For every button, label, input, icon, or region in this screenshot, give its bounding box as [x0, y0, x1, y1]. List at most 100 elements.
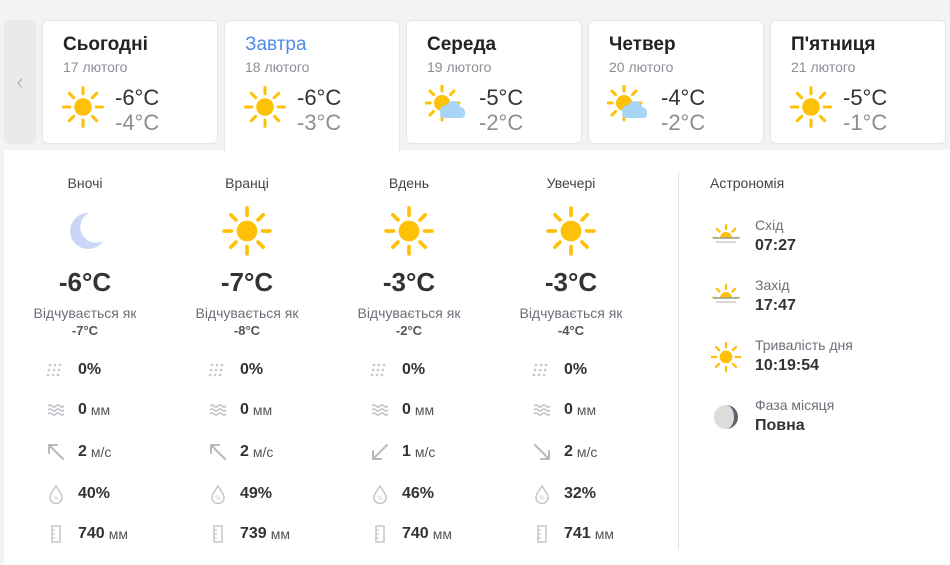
- day-length-item: Тривалість дня 10:19:54: [710, 337, 930, 377]
- period-temp: -6°C: [58, 267, 112, 297]
- day-temp-max: -6°C: [115, 85, 160, 110]
- astronomy-title: Астрономія: [710, 175, 785, 191]
- day-tab-wednesday[interactable]: Середа 19 лютого -5°C -2°C: [406, 20, 582, 144]
- period-temp: -7°C: [220, 267, 274, 297]
- day-temp-min: -2°C: [661, 110, 706, 135]
- pressure-value: 739: [240, 525, 267, 542]
- wind-unit: м/с: [576, 444, 598, 460]
- day-date: 21 лютого: [791, 59, 856, 75]
- sun-cloud-icon: [425, 85, 465, 122]
- day-temp-min: -4°C: [115, 110, 160, 135]
- day-name: П'ятниця: [791, 34, 876, 55]
- precip-amount-value: 0: [402, 401, 411, 418]
- panel-divider: [678, 172, 679, 550]
- precip-amount-stat: 0 мм: [370, 400, 490, 420]
- period-temp: -3°C: [382, 267, 436, 297]
- feels-like-value: -2°C: [395, 323, 423, 338]
- day-temp-max: -5°C: [479, 85, 524, 110]
- precip-amount-stat: 0 мм: [208, 400, 328, 420]
- day-temp-max: -5°C: [843, 85, 888, 110]
- period-title: Увечері: [546, 175, 596, 191]
- pressure-unit: мм: [108, 526, 128, 542]
- period-temp: -3°C: [544, 267, 598, 297]
- humidity-stat: % 40%: [46, 484, 166, 504]
- wind-stat: 2 м/с: [532, 442, 652, 462]
- day-tab-thursday[interactable]: Четвер 20 лютого -4°C -2°C: [588, 20, 764, 144]
- wind-arrow-south-east-icon: [534, 444, 550, 460]
- humidity-drop-icon: %: [373, 484, 387, 504]
- feels-like-value: -7°C: [71, 323, 99, 338]
- day-length-value: 10:19:54: [755, 357, 820, 374]
- precip-amount-value: 0: [240, 401, 249, 418]
- humidity-value: 32%: [564, 485, 597, 502]
- sun-icon: [384, 206, 434, 256]
- waves-icon: [47, 404, 65, 416]
- day-name: Завтра: [245, 34, 307, 55]
- period-title: Вдень: [388, 175, 430, 191]
- moon-phase-label: Фаза місяця: [755, 397, 835, 413]
- wind-unit: м/с: [90, 444, 112, 460]
- pressure-stat: 739 мм: [208, 524, 328, 544]
- precip-chance-value: 0%: [564, 361, 588, 378]
- pressure-value: 740: [78, 525, 105, 542]
- sunset-label: Захід: [755, 277, 790, 293]
- precip-amount-value: 0: [78, 401, 87, 418]
- wind-speed-value: 1: [402, 443, 411, 460]
- wind-speed-value: 2: [240, 443, 249, 460]
- precip-chance-stat: 0%: [46, 360, 166, 380]
- sunset-item: Захід 17:47: [710, 277, 930, 317]
- precip-chance-stat: 0%: [532, 360, 652, 380]
- day-tabs: Сьогодні 17 лютого -6°C -4°C Завтра 18 л…: [42, 20, 950, 152]
- wind-stat: 2 м/с: [46, 442, 166, 462]
- barometer-icon: [537, 525, 547, 543]
- pressure-value: 741: [564, 525, 591, 542]
- humidity-drop-icon: %: [49, 484, 63, 504]
- wind-stat: 2 м/с: [208, 442, 328, 462]
- precip-unit: мм: [576, 402, 597, 418]
- precip-amount-value: 0: [564, 401, 573, 418]
- day-temp-min: -2°C: [479, 110, 524, 135]
- rain-drops-icon: [46, 363, 62, 377]
- day-name: Четвер: [609, 34, 676, 55]
- pressure-stat: 741 мм: [532, 524, 652, 544]
- day-details-panel: Вночі -6°C Відчувається як -7°C Вранці -…: [4, 150, 950, 565]
- precip-unit: мм: [90, 402, 111, 418]
- day-tab-today[interactable]: Сьогодні 17 лютого -6°C -4°C: [42, 20, 218, 144]
- day-tab-tomorrow[interactable]: Завтра 18 лютого -6°C -3°C: [224, 20, 400, 152]
- previous-days-button[interactable]: ‹: [4, 20, 36, 144]
- sun-icon: [244, 86, 286, 128]
- wind-stat: 1 м/с: [370, 442, 490, 462]
- day-date: 17 лютого: [63, 59, 128, 75]
- day-tab-friday[interactable]: П'ятниця 21 лютого -5°C -1°C: [770, 20, 946, 144]
- sunrise-label: Схід: [755, 217, 784, 233]
- humidity-stat: % 49%: [208, 484, 328, 504]
- day-date: 20 лютого: [609, 59, 674, 75]
- day-temp-max: -4°C: [661, 85, 706, 110]
- day-temp-max: -6°C: [297, 85, 342, 110]
- day-name: Сьогодні: [63, 34, 148, 55]
- waves-icon: [533, 404, 551, 416]
- humidity-drop-icon: %: [211, 484, 225, 504]
- waves-icon: [371, 404, 389, 416]
- precip-chance-value: 0%: [402, 361, 426, 378]
- moon-phase-icon: [714, 405, 738, 429]
- precip-chance-value: 0%: [240, 361, 264, 378]
- precip-chance-value: 0%: [78, 361, 102, 378]
- svg-text:%: %: [539, 495, 545, 502]
- precip-unit: мм: [414, 402, 435, 418]
- pressure-unit: мм: [594, 526, 614, 542]
- precip-chance-stat: 0%: [208, 360, 328, 380]
- svg-text:%: %: [53, 495, 59, 502]
- period-title: Вночі: [67, 175, 103, 191]
- pressure-value: 740: [402, 525, 429, 542]
- precip-amount-stat: 0 мм: [46, 400, 166, 420]
- sun-icon: [222, 206, 272, 256]
- precip-chance-stat: 0%: [370, 360, 490, 380]
- sun-cloud-icon: [607, 85, 647, 122]
- day-name: Середа: [427, 34, 497, 55]
- pressure-unit: мм: [432, 526, 452, 542]
- feels-like-label: Відчувається як: [195, 305, 299, 321]
- humidity-drop-icon: %: [535, 484, 549, 504]
- feels-like-label: Відчувається як: [33, 305, 137, 321]
- feels-like-value: -4°C: [557, 323, 585, 338]
